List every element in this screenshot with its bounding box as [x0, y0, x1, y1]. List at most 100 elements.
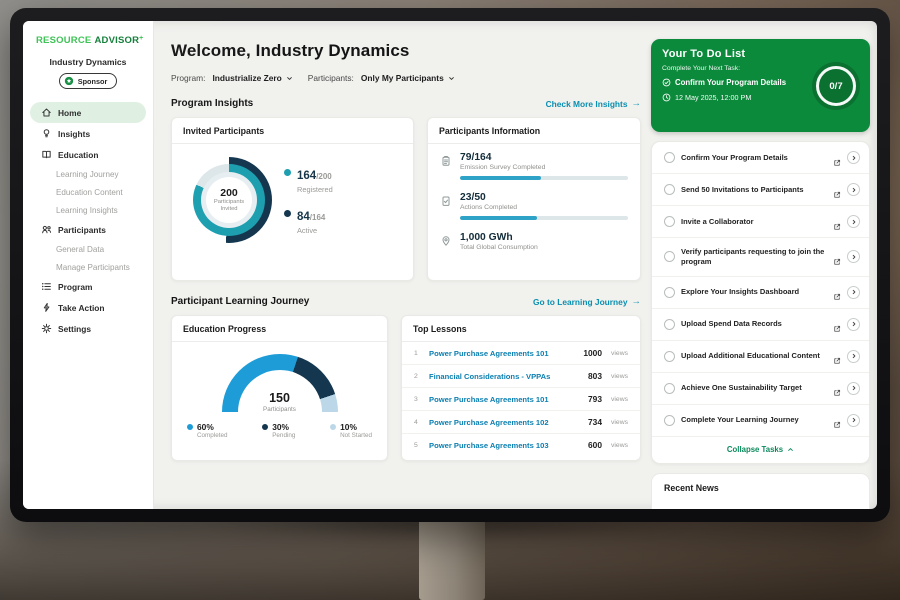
actions-progressbar	[460, 216, 628, 220]
todo-task-rows: Confirm Your Program Details Send 50 Inv…	[652, 142, 869, 437]
global-consumption-value: 1,000 GWh	[460, 232, 628, 243]
lesson-rank: 1	[414, 350, 422, 357]
top-lessons-card: Top Lessons 1 Power Purchase Agreements …	[401, 315, 641, 461]
sidebar-item-participants[interactable]: Participants	[23, 219, 153, 240]
todo-task-row[interactable]: Complete Your Learning Journey	[652, 405, 869, 437]
lesson-rank: 2	[414, 373, 422, 380]
clock-icon	[662, 93, 671, 102]
program-filter-select[interactable]: Industrialize Zero	[212, 73, 292, 83]
sidebar-item-learning-journey[interactable]: Learning Journey	[23, 165, 153, 183]
task-chevron-button[interactable]	[847, 286, 860, 299]
program-insights-header: Program Insights Check More Insights →	[171, 98, 641, 109]
sidebar-item-settings[interactable]: Settings	[23, 318, 153, 339]
todo-task-row[interactable]: Verify participants requesting to join t…	[652, 238, 869, 277]
legend-dot-not-started	[330, 424, 336, 430]
lesson-link[interactable]: Financial Considerations - VPPAs	[429, 372, 581, 381]
education-legend: 60% Completed 30% Pending	[172, 412, 387, 439]
actions-completed-value: 23/50	[460, 192, 628, 203]
task-checkbox[interactable]	[664, 415, 675, 426]
sidebar-item-manage-participants[interactable]: Manage Participants	[23, 258, 153, 276]
sidebar-item-label: Settings	[58, 324, 91, 334]
gauge-center-label: Participants	[222, 406, 338, 412]
sidebar-item-label: Education Content	[56, 188, 123, 197]
task-checkbox[interactable]	[664, 216, 675, 227]
sidebar-item-label: Learning Insights	[56, 206, 118, 215]
task-chevron-button[interactable]	[847, 414, 860, 427]
sidebar-item-take-action[interactable]: Take Action	[23, 297, 153, 318]
task-checkbox[interactable]	[664, 383, 675, 394]
gauge-center: 150 Participants	[222, 392, 338, 412]
sidebar-item-general-data[interactable]: General Data	[23, 240, 153, 258]
todo-task-row[interactable]: Explore Your Insights Dashboard	[652, 277, 869, 309]
sponsor-icon	[64, 76, 74, 86]
task-chevron-button[interactable]	[847, 382, 860, 395]
sidebar-item-education-content[interactable]: Education Content	[23, 183, 153, 201]
task-chevron-button[interactable]	[847, 183, 860, 196]
task-chevron-button[interactable]	[847, 350, 860, 363]
pending-value: 30%	[272, 422, 295, 432]
task-chevron-button[interactable]	[847, 151, 860, 164]
todo-task-row[interactable]: Upload Spend Data Records	[652, 309, 869, 341]
lesson-row: 4 Power Purchase Agreements 102 734 view…	[402, 411, 640, 434]
sidebar-item-label: Insights	[58, 129, 90, 139]
sponsor-badge[interactable]: Sponsor	[59, 73, 118, 89]
lesson-views-count: 803	[588, 371, 602, 381]
check-more-insights-link[interactable]: Check More Insights →	[546, 99, 641, 109]
not-started-value: 10%	[340, 422, 372, 432]
sidebar-item-learning-insights[interactable]: Learning Insights	[23, 201, 153, 219]
actions-completed-stat: 23/50 Actions Completed	[428, 184, 640, 224]
go-to-learning-journey-link[interactable]: Go to Learning Journey →	[533, 297, 641, 307]
external-link-icon	[833, 416, 841, 424]
legend-active: 84/164 Active	[284, 207, 333, 235]
program-filter-value: Industrialize Zero	[212, 73, 281, 83]
sidebar-item-label: Education	[58, 150, 98, 160]
task-checkbox[interactable]	[664, 351, 675, 362]
sidebar-item-program[interactable]: Program	[23, 276, 153, 297]
registered-total: /200	[316, 172, 332, 181]
task-chevron-button[interactable]	[847, 318, 860, 331]
filters-row: Program: Industrialize Zero Participants…	[171, 73, 641, 83]
lesson-views-count: 734	[588, 417, 602, 427]
sidebar-item-home[interactable]: Home	[30, 102, 146, 123]
legend-registered: 164/200 Registered	[284, 166, 333, 194]
monitor-bezel: RESOURCEADVISOR+ Industry Dynamics Spons…	[10, 8, 890, 522]
todo-task-row[interactable]: Confirm Your Program Details	[652, 142, 869, 174]
info-card-title: Participants Information	[428, 118, 640, 144]
lesson-link[interactable]: Power Purchase Agreements 103	[429, 441, 581, 450]
sidebar: RESOURCEADVISOR+ Industry Dynamics Spons…	[23, 21, 154, 509]
task-checkbox[interactable]	[664, 152, 675, 163]
task-chevron-button[interactable]	[847, 215, 860, 228]
task-label: Verify participants requesting to join t…	[681, 247, 827, 267]
chevron-up-icon	[787, 446, 794, 453]
participants-filter-select[interactable]: Only My Participants	[361, 73, 455, 83]
todo-task-row[interactable]: Send 50 Invitations to Participants	[652, 174, 869, 206]
todo-progress-value: 0/7	[829, 81, 842, 92]
todo-task-row[interactable]: Invite a Collaborator	[652, 206, 869, 238]
todo-next-task[interactable]: Confirm Your Program Details	[662, 78, 802, 87]
lesson-rank: 3	[414, 396, 422, 403]
lesson-views-label: views	[611, 373, 628, 380]
donut-center: 200 Participants Invited	[206, 177, 252, 223]
task-checkbox[interactable]	[664, 319, 675, 330]
lesson-link[interactable]: Power Purchase Agreements 101	[429, 395, 581, 404]
sidebar-item-label: General Data	[56, 245, 104, 254]
lesson-link[interactable]: Power Purchase Agreements 102	[429, 418, 581, 427]
sidebar-item-insights[interactable]: Insights	[23, 123, 153, 144]
legend-completed: 60% Completed	[187, 422, 227, 439]
task-chevron-button[interactable]	[847, 250, 860, 263]
active-value: 84	[297, 211, 310, 223]
task-checkbox[interactable]	[664, 184, 675, 195]
task-label: Invite a Collaborator	[681, 217, 827, 227]
lesson-views-count: 1000	[583, 348, 602, 358]
collapse-tasks-link[interactable]: Collapse Tasks	[652, 437, 869, 463]
sidebar-nav: Home Insights Education Learning Journey…	[23, 102, 153, 339]
sidebar-item-label: Program	[58, 282, 92, 292]
registered-label: Registered	[297, 185, 333, 194]
lesson-link[interactable]: Power Purchase Agreements 101	[429, 349, 576, 358]
task-checkbox[interactable]	[664, 287, 675, 298]
sidebar-item-education[interactable]: Education	[23, 144, 153, 165]
task-label: Explore Your Insights Dashboard	[681, 287, 827, 297]
task-checkbox[interactable]	[664, 251, 675, 262]
todo-task-row[interactable]: Achieve One Sustainability Target	[652, 373, 869, 405]
todo-task-row[interactable]: Upload Additional Educational Content	[652, 341, 869, 373]
